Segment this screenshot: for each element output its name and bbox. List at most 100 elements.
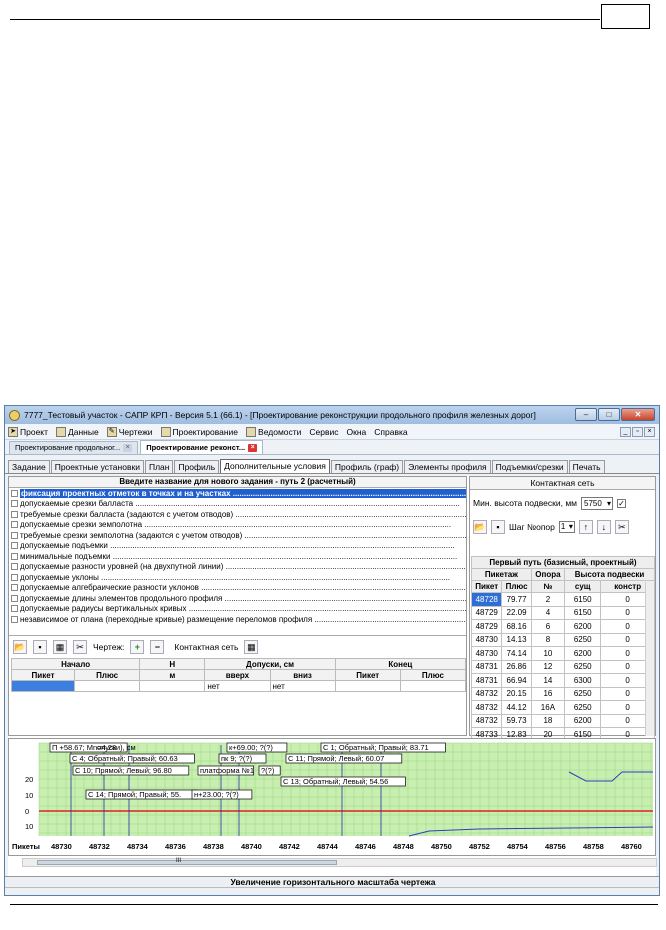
table-cell[interactable]: 6250 <box>564 686 602 701</box>
condition-checkbox[interactable] <box>11 521 18 529</box>
menu-reports[interactable]: Ведомости <box>246 426 301 437</box>
tab-project-settings[interactable]: Проектные установки <box>50 460 144 473</box>
table-cell[interactable]: 6200 <box>564 646 602 661</box>
zoom-out-button[interactable]: − <box>150 640 165 654</box>
table-cell[interactable]: 20.15 <box>501 686 532 701</box>
table-cell[interactable]: 79.77 <box>501 592 532 607</box>
horizontal-scrollbar[interactable]: III <box>22 858 657 867</box>
table-cell[interactable]: 48732 <box>470 686 503 701</box>
tab-profile-graph[interactable]: Профиль (граф) <box>330 460 404 473</box>
min-height-checkbox[interactable]: ✓ <box>617 498 627 508</box>
table-cell[interactable]: 14.13 <box>501 632 532 647</box>
tab-lifts-cuts[interactable]: Подъемки/срезки <box>491 460 568 473</box>
table-cell[interactable]: 14 <box>530 673 566 688</box>
condition-item[interactable]: требуемые срезки балласта (задаются с уч… <box>9 509 466 520</box>
table-row[interactable]: 48729 22.09 4 6150 0 <box>470 605 655 620</box>
condition-item[interactable]: допускаемые уклоны .....................… <box>9 572 466 583</box>
grid-cell[interactable] <box>139 680 206 692</box>
table-cell[interactable]: 48732 <box>470 713 503 728</box>
menu-project[interactable]: ➤ Проект <box>8 426 48 437</box>
condition-checkbox[interactable] <box>11 552 18 560</box>
table-cell[interactable]: 66.94 <box>501 673 532 688</box>
table-row[interactable]: 48731 66.94 14 6300 0 <box>470 673 655 688</box>
table-cell[interactable]: 10 <box>530 646 566 661</box>
table-cell[interactable]: 6250 <box>564 659 602 674</box>
min-height-select[interactable]: 5750 <box>581 496 614 510</box>
table-row[interactable]: 48729 68.16 6 6200 0 <box>470 619 655 634</box>
table-cell[interactable]: 6200 <box>564 713 602 728</box>
table-row[interactable]: 48731 26.86 12 6250 0 <box>470 659 655 674</box>
grid-cell[interactable]: нет <box>204 680 271 692</box>
condition-checkbox[interactable] <box>11 615 18 623</box>
condition-item[interactable]: фиксация проектных отметок в точках и на… <box>9 488 466 499</box>
table-cell[interactable]: 2 <box>530 592 566 607</box>
profile-chart[interactable]: 20 10 0 10 П +58.67; Mn=4.28 опуски), см к+69.… <box>8 738 656 856</box>
maximize-button[interactable]: □ <box>598 408 620 421</box>
table-cell[interactable]: 48729 <box>470 619 503 634</box>
table-cell[interactable]: 48731 <box>470 673 503 688</box>
table-row[interactable]: 48732 59.73 18 6200 0 <box>470 713 655 728</box>
scissors-icon[interactable]: ✂ <box>614 520 629 534</box>
doc-tab-profile-design[interactable]: Проектирование продольног... × <box>9 441 139 454</box>
condition-item[interactable]: допускаемые длины элементов продольного … <box>9 593 466 604</box>
condition-checkbox[interactable] <box>11 542 18 550</box>
table-cell[interactable]: 16А <box>530 700 566 715</box>
table-cell[interactable]: 18 <box>530 713 566 728</box>
tab-profile[interactable]: Профиль <box>174 460 220 473</box>
condition-checkbox[interactable] <box>11 510 18 518</box>
table-row[interactable]: 48730 14.13 8 6250 0 <box>470 632 655 647</box>
table-cell[interactable]: 6250 <box>564 700 602 715</box>
supports-scrollbar[interactable] <box>645 582 654 736</box>
condition-checkbox[interactable] <box>11 563 18 571</box>
condition-item[interactable]: независимое от плана (переходные кривые)… <box>9 614 466 625</box>
mdi-minimize-button[interactable]: _ <box>620 427 631 437</box>
condition-item[interactable]: минимальные подъемки ...................… <box>9 551 466 562</box>
condition-checkbox[interactable] <box>11 489 18 497</box>
task-name-header[interactable]: Введите название для нового задания - пу… <box>9 477 466 488</box>
table-cell[interactable]: 6300 <box>564 673 602 688</box>
table-cell[interactable]: 59.73 <box>501 713 532 728</box>
menu-help[interactable]: Справка <box>374 427 407 437</box>
grid-cell[interactable]: нет <box>269 680 336 692</box>
condition-checkbox[interactable] <box>11 594 18 602</box>
menu-drawings[interactable]: ✎ Чертежи <box>106 426 153 437</box>
grid-cell[interactable] <box>334 680 401 692</box>
zoom-in-button[interactable]: + <box>130 640 145 654</box>
table-cell[interactable]: 48730 <box>470 646 503 661</box>
table-cell[interactable]: 6250 <box>564 632 602 647</box>
close-icon[interactable]: × <box>123 444 133 452</box>
tab-task[interactable]: Задание <box>8 460 50 473</box>
table-cell[interactable]: 6150 <box>564 605 602 620</box>
table-cell[interactable]: 6 <box>530 619 566 634</box>
table-row[interactable]: 48728 79.77 2 6150 0 <box>470 592 655 607</box>
table-cell[interactable]: 26.86 <box>501 659 532 674</box>
condition-item[interactable]: допускаемые разности уровней (на двухпут… <box>9 562 466 573</box>
table-cell[interactable]: 22.09 <box>501 605 532 620</box>
close-button[interactable]: ✕ <box>621 408 655 421</box>
minimize-button[interactable]: – <box>575 408 597 421</box>
condition-checkbox[interactable] <box>11 573 18 581</box>
table-cell[interactable]: 48731 <box>470 659 503 674</box>
tab-additional-conditions[interactable]: Дополнительные условия <box>220 459 330 473</box>
table-cell[interactable]: 8 <box>530 632 566 647</box>
open-folder-icon[interactable]: 📂 <box>13 640 27 654</box>
table-cell[interactable]: 16 <box>530 686 566 701</box>
table-cell[interactable]: 48732 <box>470 700 503 715</box>
condition-checkbox[interactable] <box>11 584 18 592</box>
table-cell[interactable]: 12 <box>530 659 566 674</box>
table-cell[interactable]: 48730 <box>470 632 503 647</box>
condition-item[interactable]: допускаемые подъемки ...................… <box>9 541 466 552</box>
tab-print[interactable]: Печать <box>568 460 605 473</box>
scissors-icon[interactable]: ✂ <box>73 640 87 654</box>
mdi-restore-button[interactable]: ▫ <box>632 427 643 437</box>
table-row[interactable]: нет нет <box>10 680 467 692</box>
table-cell[interactable]: 6200 <box>564 619 602 634</box>
condition-checkbox[interactable] <box>11 500 18 508</box>
table-cell[interactable]: 6150 <box>564 592 602 607</box>
table-cell[interactable]: 48729 <box>470 605 503 620</box>
condition-checkbox[interactable] <box>11 531 18 539</box>
table-cell[interactable]: 74.14 <box>501 646 532 661</box>
calculator-icon[interactable]: ▦ <box>244 640 259 654</box>
table-cell[interactable]: 4 <box>530 605 566 620</box>
scroll-thumb[interactable]: III <box>37 858 337 865</box>
